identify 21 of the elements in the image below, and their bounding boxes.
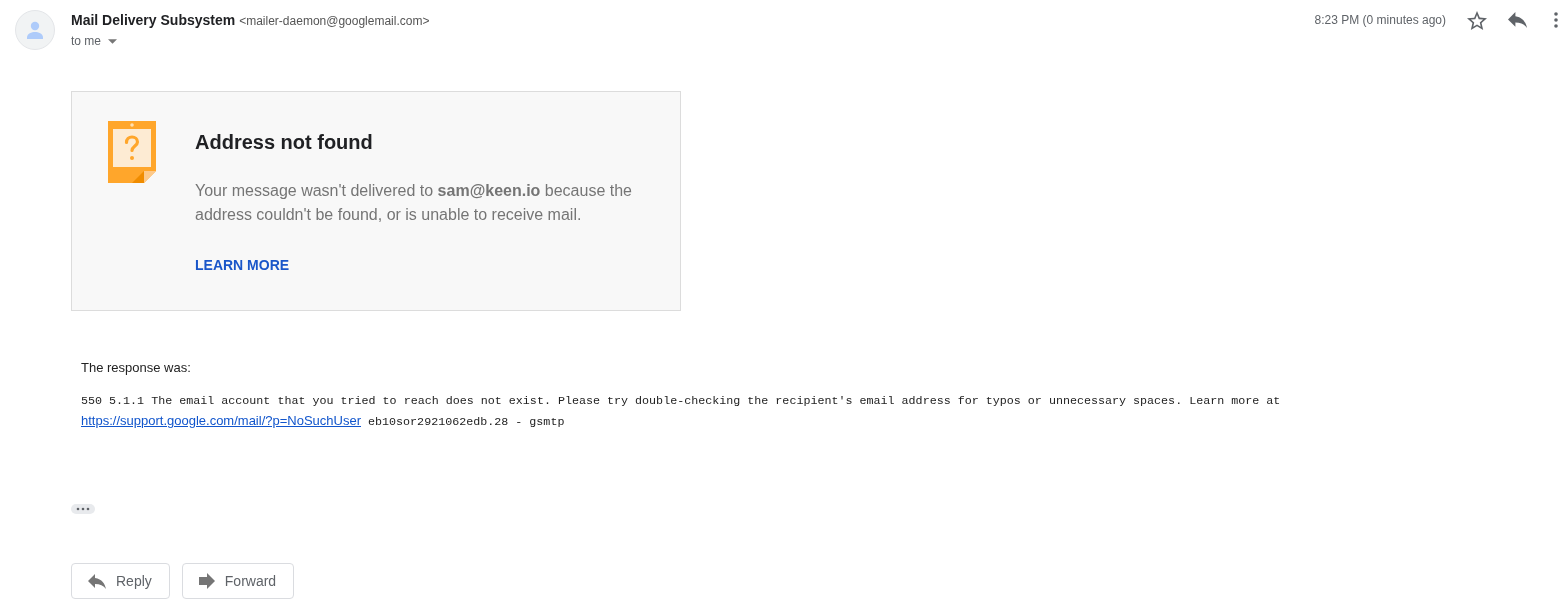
ellipsis-icon[interactable] xyxy=(71,504,95,514)
message-time: 8:23 PM (0 minutes ago) xyxy=(1314,12,1446,29)
sender-name: Mail Delivery Subsystem xyxy=(71,11,236,30)
notice-message: Your message wasn't delivered to sam@keen.io because the address couldn't be found, or is unable to receive mail. xyxy=(195,181,633,225)
star-icon[interactable] xyxy=(1467,10,1487,30)
sender-email: <mailer-daemon@googlemail.com> xyxy=(239,13,430,30)
learn-more-link[interactable]: LEARN MORE xyxy=(195,255,290,275)
avatar-icon xyxy=(15,10,55,50)
reply-icon xyxy=(88,573,106,589)
recipient-dropdown[interactable]: to me xyxy=(71,32,117,50)
more-options-icon[interactable] xyxy=(1554,12,1558,28)
response-text: 550 5.1.1 The email account that you tried to reach does not exist. Please try double-checking the recipient's email address for typos or unnecessary spaces. Learn more at https://support.google.com/mail/?p=NoSuchUser eb10sor2921062edb.28 - gsmtp xyxy=(81,393,1282,431)
support-link[interactable]: https://support.google.com/mail/?p=NoSuchUser xyxy=(81,413,361,428)
question-note-icon xyxy=(108,121,156,183)
arrow-right-icon xyxy=(198,573,215,589)
caret-icon xyxy=(108,38,117,44)
response-label: The response was: xyxy=(81,359,191,377)
reply-button[interactable]: Reply xyxy=(71,563,170,599)
forward-button[interactable]: Forward xyxy=(181,563,295,599)
notice-title: Address not found xyxy=(195,130,373,154)
reply-icon[interactable] xyxy=(1508,12,1527,28)
